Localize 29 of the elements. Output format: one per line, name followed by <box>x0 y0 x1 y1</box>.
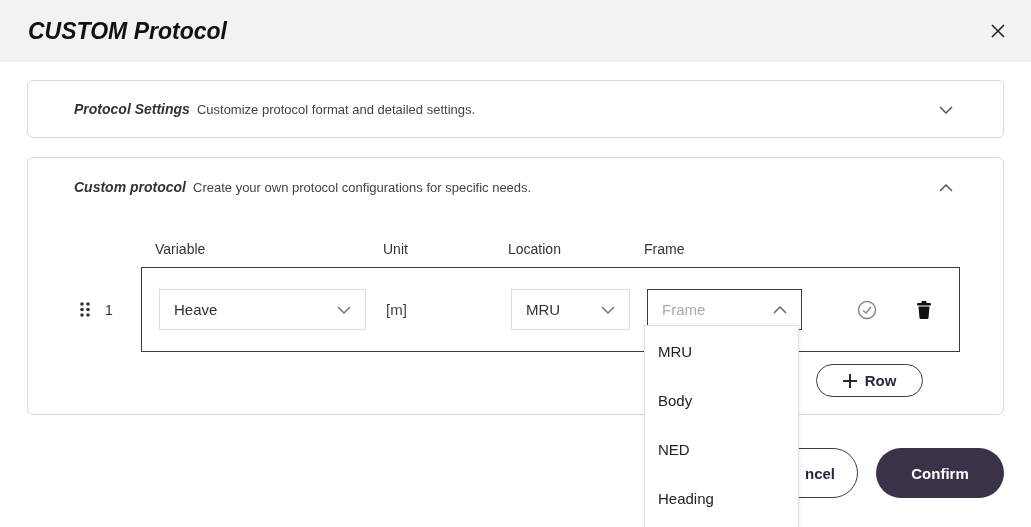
unit-text: [m] <box>385 301 408 318</box>
column-header: Frame <box>644 241 686 257</box>
dropdown-option[interactable]: Heading <box>645 474 798 523</box>
dropdown-option[interactable]: MRU <box>645 327 798 376</box>
section-title: Custom protocol <box>74 179 186 195</box>
chevron-icon <box>939 184 953 192</box>
column-header: Variable <box>155 241 207 257</box>
section-title: Protocol Settings <box>74 101 190 117</box>
section-description: Customize protocol format and detailed settings. <box>196 101 477 117</box>
row-number: 1 <box>105 301 114 318</box>
dropdown-option[interactable]: Body <box>645 376 798 425</box>
drag-handle-icon[interactable] <box>80 302 90 317</box>
dropdown-option[interactable]: NED <box>645 425 798 474</box>
column-header: Location <box>508 241 562 257</box>
check-circle-icon[interactable] <box>857 299 877 320</box>
chevron-icon <box>601 305 615 314</box>
trash-icon[interactable] <box>917 300 931 319</box>
chevron-icon <box>939 106 953 114</box>
section-description: Create your own protocol configurations for specific needs. <box>193 179 533 195</box>
add-row-button[interactable]: Row <box>816 364 923 397</box>
plus-icon <box>842 373 857 388</box>
chevron-icon <box>773 305 787 314</box>
dialog-title: CUSTOM Protocol <box>28 17 227 45</box>
variable-select[interactable]: Heave <box>159 289 366 330</box>
chevron-icon <box>337 305 351 314</box>
location-select[interactable]: MRU <box>511 289 630 330</box>
column-header: Unit <box>383 241 409 257</box>
close-icon <box>991 24 1005 38</box>
confirm-button[interactable]: Confirm <box>876 448 1004 498</box>
